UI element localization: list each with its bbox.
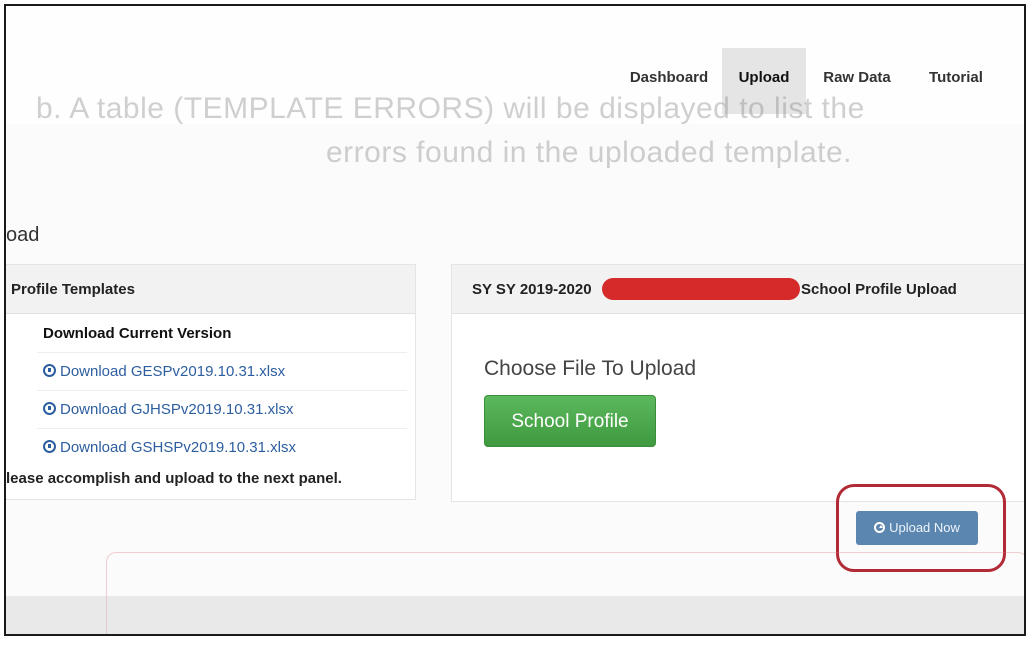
download-circle-icon: [43, 364, 56, 377]
nav-dashboard[interactable]: Dashboard: [616, 48, 722, 114]
download-gshsp-label: Download GSHSPv2019.10.31.xlsx: [60, 439, 296, 456]
download-list: Download Current Version Download GESPv2…: [37, 315, 407, 466]
download-list-header: Download Current Version: [37, 315, 407, 353]
instruction-note: lease accomplish and upload to the next …: [6, 470, 342, 487]
download-gesp-link[interactable]: Download GESPv2019.10.31.xlsx: [43, 363, 285, 380]
list-item: Download GSHSPv2019.10.31.xlsx: [37, 429, 407, 466]
upload-now-button[interactable]: Upload Now: [856, 511, 978, 545]
nav-raw-data[interactable]: Raw Data: [810, 48, 904, 114]
upload-panel: SY SY 2019-2020 School Profile Upload Ch…: [451, 264, 1024, 502]
ghost-overlay-bar: [6, 596, 1024, 634]
upload-now-label: Upload Now: [889, 520, 960, 535]
upload-panel-title-suffix: School Profile Upload: [801, 281, 957, 298]
page-title: oad: [6, 224, 40, 246]
top-navigation: Dashboard Upload Raw Data Tutorial: [6, 6, 1024, 124]
screenshot-frame: Dashboard Upload Raw Data Tutorial b. A …: [4, 4, 1026, 636]
upload-panel-header: SY SY 2019-2020 School Profile Upload: [452, 265, 1024, 314]
list-item: Download GJHSPv2019.10.31.xlsx: [37, 391, 407, 429]
download-circle-icon: [43, 402, 56, 415]
choose-file-label: Choose File To Upload: [484, 357, 697, 380]
templates-panel-title: Profile Templates: [6, 265, 415, 314]
templates-panel: Profile Templates Download Current Versi…: [6, 264, 416, 500]
download-circle-icon: [43, 440, 56, 453]
school-profile-file-button[interactable]: School Profile: [484, 395, 656, 447]
download-gesp-label: Download GESPv2019.10.31.xlsx: [60, 363, 286, 380]
upload-circle-icon: [874, 522, 886, 533]
download-gjhsp-link[interactable]: Download GJHSPv2019.10.31.xlsx: [43, 401, 293, 418]
overlay-caption-line2: errors found in the uploaded template.: [326, 136, 852, 169]
upload-panel-title-prefix: SY SY 2019-2020: [472, 281, 592, 298]
download-gshsp-link[interactable]: Download GSHSPv2019.10.31.xlsx: [43, 439, 296, 456]
list-item: Download GESPv2019.10.31.xlsx: [37, 353, 407, 391]
redaction-mark: [602, 278, 800, 300]
nav-upload[interactable]: Upload: [722, 48, 806, 114]
nav-tutorial[interactable]: Tutorial: [910, 48, 1002, 114]
download-gjhsp-label: Download GJHSPv2019.10.31.xlsx: [60, 401, 294, 418]
